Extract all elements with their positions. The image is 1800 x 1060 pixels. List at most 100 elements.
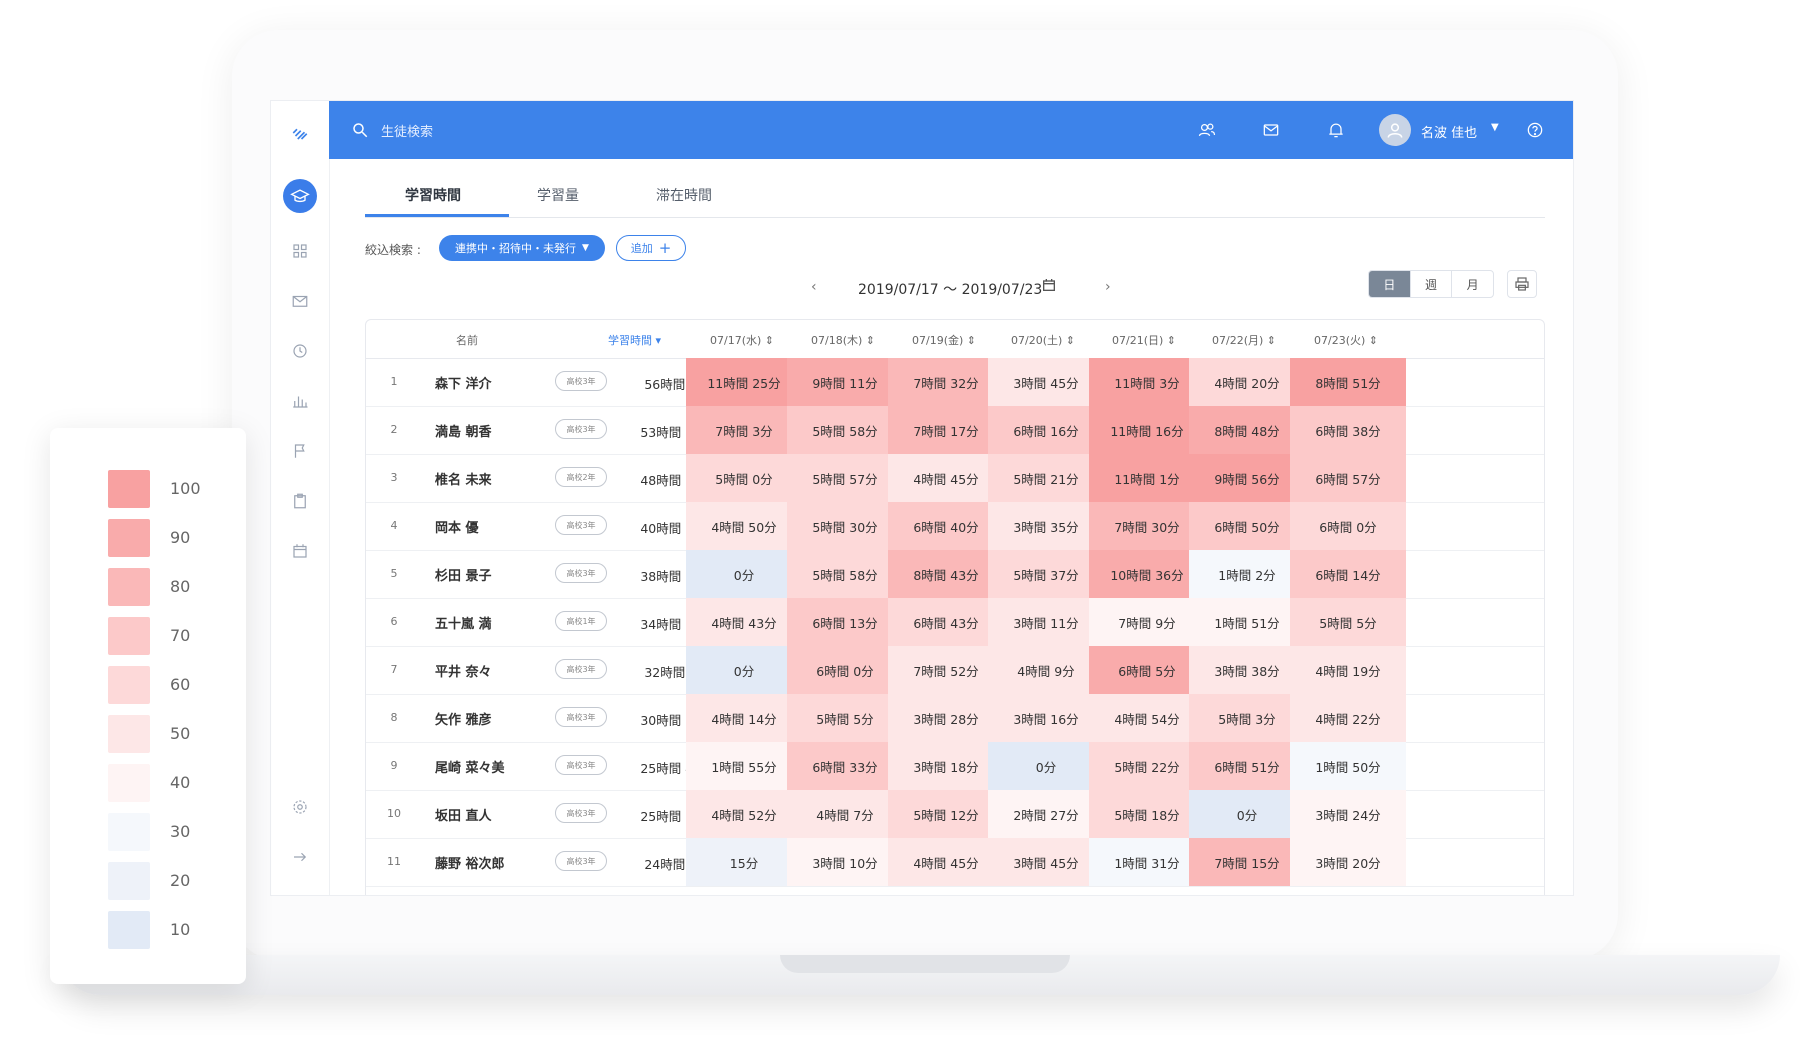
student-name[interactable]: 岡本 優 — [435, 517, 479, 536]
student-name[interactable]: 杉田 景子 — [435, 565, 492, 584]
heatmap-cell[interactable]: 3時間 16分 — [988, 694, 1104, 742]
heatmap-cell[interactable]: 5時間 58分 — [787, 550, 903, 598]
heatmap-cell[interactable]: 5時間 58分 — [787, 406, 903, 454]
heatmap-cell[interactable]: 7時間 3分 — [686, 406, 802, 454]
heatmap-cell[interactable]: 4時間 45分 — [888, 838, 1004, 886]
heatmap-cell[interactable]: 5時間 12分 — [888, 790, 1004, 838]
users-icon[interactable] — [1197, 120, 1217, 140]
tab-study-time[interactable]: 学習時間 — [405, 185, 461, 205]
student-name[interactable]: 五十嵐 満 — [435, 613, 492, 632]
heatmap-cell[interactable]: 1時間 51分 — [1189, 598, 1305, 646]
settings-gear-icon[interactable] — [288, 795, 312, 819]
heatmap-cell[interactable]: 1時間 50分 — [1290, 742, 1406, 790]
heatmap-cell[interactable]: 8時間 51分 — [1290, 358, 1406, 406]
mail-icon[interactable] — [1261, 120, 1281, 140]
heatmap-cell[interactable]: 9時間 56分 — [1189, 454, 1305, 502]
heatmap-cell[interactable]: 1時間 55分 — [686, 742, 802, 790]
heatmap-cell[interactable]: 4時間 7分 — [787, 790, 903, 838]
next-week-button[interactable]: › — [1105, 279, 1111, 295]
heatmap-cell[interactable]: 3時間 24分 — [1290, 790, 1406, 838]
heatmap-cell[interactable]: 5時間 0分 — [686, 454, 802, 502]
student-name[interactable]: 森下 洋介 — [435, 373, 492, 392]
student-name[interactable]: 矢作 雅彦 — [435, 709, 492, 728]
heatmap-cell[interactable]: 7時間 52分 — [888, 646, 1004, 694]
heatmap-cell[interactable]: 3時間 11分 — [988, 598, 1104, 646]
header-day-4[interactable]: 07/20(土) ⇕ — [1011, 332, 1075, 348]
student-name[interactable]: 坂田 直人 — [435, 805, 492, 824]
heatmap-cell[interactable]: 6時間 5分 — [1089, 646, 1205, 694]
heatmap-cell[interactable]: 6時間 43分 — [888, 598, 1004, 646]
view-week-button[interactable]: 週 — [1409, 271, 1452, 297]
heatmap-cell[interactable]: 3時間 35分 — [988, 502, 1104, 550]
mail-icon[interactable] — [288, 289, 312, 313]
student-name[interactable]: 藤野 裕次郎 — [435, 853, 505, 872]
bar-chart-icon[interactable] — [288, 389, 312, 413]
dashboard-grid-icon[interactable] — [288, 239, 312, 263]
heatmap-cell[interactable]: 4時間 19分 — [1290, 646, 1406, 694]
add-filter-button[interactable]: 追加 + — [616, 235, 686, 261]
heatmap-cell[interactable]: 5時間 21分 — [988, 454, 1104, 502]
clipboard-icon[interactable] — [288, 489, 312, 513]
heatmap-cell[interactable]: 4時間 22分 — [1290, 694, 1406, 742]
heatmap-cell[interactable]: 6時間 57分 — [1290, 454, 1406, 502]
filter-status-dropdown[interactable]: 連携中・招待中・未発行 ▼ — [439, 235, 605, 261]
heatmap-cell[interactable]: 6時間 50分 — [1189, 502, 1305, 550]
heatmap-cell[interactable]: 4時間 45分 — [888, 454, 1004, 502]
heatmap-cell[interactable]: 7時間 17分 — [888, 406, 1004, 454]
prev-week-button[interactable]: ‹ — [811, 279, 817, 295]
header-day-7[interactable]: 07/23(火) ⇕ — [1314, 332, 1378, 348]
table-row[interactable]: 1 森下 洋介 高校3年 56時間 7分 11時間 25分 9時間 11分 7時間 32分 3… — [366, 358, 1544, 407]
heatmap-cell[interactable]: 7時間 9分 — [1089, 598, 1205, 646]
chevron-down-icon[interactable]: ▼ — [1491, 122, 1499, 133]
user-name[interactable]: 名波 佳也 — [1421, 122, 1477, 141]
logout-arrow-icon[interactable] — [288, 845, 312, 869]
table-row[interactable]: 3 椎名 未来 高校2年 48時間 57分 5時間 0分 5時間 57分 4時間 45分 5時… — [366, 454, 1544, 503]
heatmap-cell[interactable]: 2時間 27分 — [988, 790, 1104, 838]
table-row[interactable]: 9 尾崎 菜々美 高校3年 25時間 49分 1時間 55分 6時間 33分 3時間 18分… — [366, 742, 1544, 791]
search-input[interactable]: 生徒検索 — [381, 121, 433, 140]
heatmap-cell[interactable]: 3時間 20分 — [1290, 838, 1406, 886]
header-day-2[interactable]: 07/18(木) ⇕ — [811, 332, 875, 348]
heatmap-cell[interactable]: 15分 — [686, 838, 802, 886]
graduation-cap-icon[interactable] — [283, 179, 317, 213]
heatmap-cell[interactable]: 7時間 15分 — [1189, 838, 1305, 886]
tab-stay-time[interactable]: 滞在時間 — [656, 185, 712, 205]
calendar-icon[interactable] — [288, 539, 312, 563]
header-total-sort[interactable]: 学習時間 ▾ — [608, 332, 661, 348]
table-row[interactable]: 11 藤野 裕次郎 高校3年 24時間 1分 15分 3時間 10分 4時間 45分 3時間 … — [366, 838, 1544, 887]
heatmap-cell[interactable]: 9時間 11分 — [787, 358, 903, 406]
heatmap-cell[interactable]: 6時間 16分 — [988, 406, 1104, 454]
heatmap-cell[interactable]: 3時間 45分 — [988, 358, 1104, 406]
flag-icon[interactable] — [288, 439, 312, 463]
heatmap-cell[interactable]: 11時間 25分 — [686, 358, 802, 406]
heatmap-cell[interactable]: 4時間 54分 — [1089, 694, 1205, 742]
heatmap-cell[interactable]: 6時間 0分 — [1290, 502, 1406, 550]
heatmap-cell[interactable]: 5時間 37分 — [988, 550, 1104, 598]
heatmap-cell[interactable]: 6時間 40分 — [888, 502, 1004, 550]
view-month-button[interactable]: 月 — [1451, 271, 1493, 297]
heatmap-cell[interactable]: 0分 — [686, 550, 802, 598]
heatmap-cell[interactable]: 1時間 2分 — [1189, 550, 1305, 598]
heatmap-cell[interactable]: 10時間 36分 — [1089, 550, 1205, 598]
table-row[interactable]: 8 矢作 雅彦 高校3年 30時間 22分 4時間 14分 5時間 5分 3時間 28分 3時… — [366, 694, 1544, 743]
header-day-5[interactable]: 07/21(日) ⇕ — [1112, 332, 1176, 348]
help-icon[interactable] — [1525, 120, 1545, 140]
table-row[interactable]: 7 平井 奈々 高校3年 32時間 3分 0分 6時間 0分 7時間 52分 4時間 9分 6時… — [366, 646, 1544, 695]
heatmap-cell[interactable]: 5時間 18分 — [1089, 790, 1205, 838]
table-row[interactable]: 10 坂田 直人 高校3年 25時間 20分 4時間 52分 4時間 7分 5時間 12分 2… — [366, 790, 1544, 839]
heatmap-cell[interactable]: 5時間 3分 — [1189, 694, 1305, 742]
heatmap-cell[interactable]: 1時間 31分 — [1089, 838, 1205, 886]
heatmap-cell[interactable]: 3時間 38分 — [1189, 646, 1305, 694]
calendar-icon[interactable] — [1041, 277, 1057, 293]
print-button[interactable] — [1507, 270, 1537, 298]
heatmap-cell[interactable]: 6時間 13分 — [787, 598, 903, 646]
tab-study-amount[interactable]: 学習量 — [537, 185, 579, 205]
heatmap-cell[interactable]: 11時間 3分 — [1089, 358, 1205, 406]
heatmap-cell[interactable]: 5時間 22分 — [1089, 742, 1205, 790]
heatmap-cell[interactable]: 4時間 20分 — [1189, 358, 1305, 406]
table-row[interactable]: 2 満島 朝香 高校3年 53時間 16分 7時間 3分 5時間 58分 7時間 17分 6時… — [366, 406, 1544, 455]
heatmap-cell[interactable]: 5時間 57分 — [787, 454, 903, 502]
heatmap-cell[interactable]: 4時間 50分 — [686, 502, 802, 550]
heatmap-cell[interactable]: 6時間 14分 — [1290, 550, 1406, 598]
heatmap-cell[interactable]: 6時間 33分 — [787, 742, 903, 790]
